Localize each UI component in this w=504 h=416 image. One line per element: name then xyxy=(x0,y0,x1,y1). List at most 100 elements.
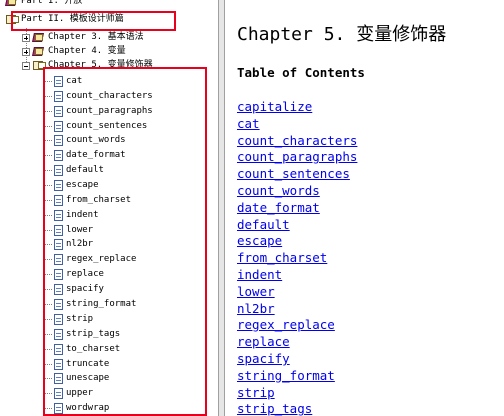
expand-icon[interactable] xyxy=(22,33,30,42)
tree-item-page[interactable]: lower xyxy=(44,223,93,238)
page-icon xyxy=(54,254,63,265)
open-book-icon xyxy=(32,60,46,71)
tree-item-page[interactable]: date_format xyxy=(44,148,126,163)
page-icon xyxy=(54,195,63,206)
tree-item-page[interactable]: to_charset xyxy=(44,342,120,357)
page-icon xyxy=(54,299,63,310)
tree-item-page[interactable]: upper xyxy=(44,386,93,401)
toc-link[interactable]: nl2br xyxy=(237,301,357,318)
toc-link[interactable]: strip xyxy=(237,385,357,402)
tree-item-page[interactable]: nl2br xyxy=(44,237,93,252)
pane-splitter[interactable] xyxy=(218,0,225,416)
toc-link[interactable]: count_sentences xyxy=(237,166,357,183)
tree-item-label: strip_tags xyxy=(66,329,121,339)
tree-item-page[interactable]: strip xyxy=(44,312,93,327)
tree-item-page[interactable]: string_format xyxy=(44,297,136,312)
tree-item-page[interactable]: strip_tags xyxy=(44,327,120,342)
toc-heading: Table of Contents xyxy=(237,65,365,80)
page-icon xyxy=(54,269,63,280)
expand-icon[interactable] xyxy=(22,47,30,56)
toc-link[interactable]: strip_tags xyxy=(237,401,357,416)
toc-link[interactable]: count_paragraphs xyxy=(237,149,357,166)
tree-item-page[interactable]: count_words xyxy=(44,133,126,148)
toc-link[interactable]: escape xyxy=(237,233,357,250)
page-icon xyxy=(54,106,63,117)
page-icon xyxy=(54,344,63,355)
tree-item-chapter-5[interactable]: Chapter 5. 变量修饰器 xyxy=(22,58,153,73)
tree-item-label: replace xyxy=(66,269,104,279)
toc-link[interactable]: regex_replace xyxy=(237,317,357,334)
tree-item-page[interactable]: spacify xyxy=(44,282,104,297)
page-icon xyxy=(54,359,63,370)
chapter-title: Chapter 5. 变量修饰器 xyxy=(237,24,447,45)
tree-item-label: wordwrap xyxy=(66,403,110,413)
content-pane: Chapter 5. 变量修饰器 Table of Contents capit… xyxy=(225,0,504,416)
toc-link[interactable]: capitalize xyxy=(237,99,357,116)
tree-item-label: truncate xyxy=(66,359,110,369)
tree-item-page[interactable]: default xyxy=(44,163,104,178)
page-icon xyxy=(54,403,63,414)
tree-item-label: spacify xyxy=(66,284,104,294)
tree-item-page[interactable]: from_charset xyxy=(44,193,131,208)
tree-item-label: upper xyxy=(66,388,94,398)
tree-item-page[interactable]: indent xyxy=(44,208,99,223)
tree-item-page[interactable]: count_paragraphs xyxy=(44,104,153,119)
tree-item-label: to_charset xyxy=(66,344,121,354)
toc-link[interactable]: indent xyxy=(237,267,357,284)
toc-link[interactable]: spacify xyxy=(237,351,357,368)
tree-item-label: string_format xyxy=(66,299,137,309)
tree-item-label: indent xyxy=(66,210,99,220)
tree-item-page[interactable]: cat xyxy=(44,74,82,89)
tree-item-label: date_format xyxy=(66,150,126,160)
page-icon xyxy=(54,314,63,325)
page-icon xyxy=(54,388,63,399)
tree-item-page[interactable]: count_sentences xyxy=(44,119,147,134)
tree-item-label: strip xyxy=(66,314,94,324)
toc-link[interactable]: count_characters xyxy=(237,133,357,150)
tree-item-label: count_sentences xyxy=(66,121,148,131)
page-icon xyxy=(54,135,63,146)
toc-link[interactable]: string_format xyxy=(237,368,357,385)
page-icon xyxy=(54,373,63,384)
collapse-icon[interactable] xyxy=(22,61,30,70)
tree-item-label: Chapter 5. 变量修饰器 xyxy=(48,60,153,70)
toc-link[interactable]: lower xyxy=(237,284,357,301)
toc-link[interactable]: replace xyxy=(237,334,357,351)
page-icon xyxy=(54,180,63,191)
toc-link[interactable]: date_format xyxy=(237,200,357,217)
tree-item-page[interactable]: replace xyxy=(44,267,104,282)
tree-item-label: unescape xyxy=(66,373,110,383)
tree-item-chapter-4[interactable]: Chapter 4. 变量 xyxy=(22,44,126,59)
tree-item-page[interactable]: wordwrap xyxy=(44,401,109,416)
toc-link[interactable]: from_charset xyxy=(237,250,357,267)
book-icon xyxy=(32,46,45,57)
toc-link[interactable]: cat xyxy=(237,116,357,133)
page-icon xyxy=(54,165,63,176)
tree-item-label: Chapter 3. 基本语法 xyxy=(48,32,144,42)
tree-item-part-2[interactable]: Part II. 模板设计师篇 xyxy=(5,12,124,27)
tree-item-page[interactable]: regex_replace xyxy=(44,252,136,267)
tree-item-page[interactable]: escape xyxy=(44,178,99,193)
page-icon xyxy=(54,284,63,295)
toc-link[interactable]: default xyxy=(237,217,357,234)
toc-list: capitalize cat count_characters count_pa… xyxy=(237,99,357,416)
tree-item-label: Part I. 开放 xyxy=(21,0,83,6)
page-icon xyxy=(54,239,63,250)
tree-item-part-1[interactable]: Part I. 开放 xyxy=(5,0,82,9)
tree-item-page[interactable]: unescape xyxy=(44,371,109,386)
tree-item-label: Chapter 4. 变量 xyxy=(48,46,126,56)
toc-link[interactable]: count_words xyxy=(237,183,357,200)
tree-item-label: count_words xyxy=(66,135,126,145)
book-icon xyxy=(32,32,45,43)
page-icon xyxy=(54,121,63,132)
tree-item-page[interactable]: truncate xyxy=(44,357,109,372)
navigation-tree: Part I. 开放 Part II. 模板设计师篇 Chapter 3. 基本… xyxy=(0,0,218,416)
page-icon xyxy=(54,210,63,221)
tree-item-chapter-3[interactable]: Chapter 3. 基本语法 xyxy=(22,30,144,45)
tree-item-label: regex_replace xyxy=(66,254,137,264)
page-icon xyxy=(54,91,63,102)
tree-item-page[interactable]: count_characters xyxy=(44,89,153,104)
tree-item-label: nl2br xyxy=(66,239,94,249)
book-icon xyxy=(5,0,18,7)
page-icon xyxy=(54,329,63,340)
